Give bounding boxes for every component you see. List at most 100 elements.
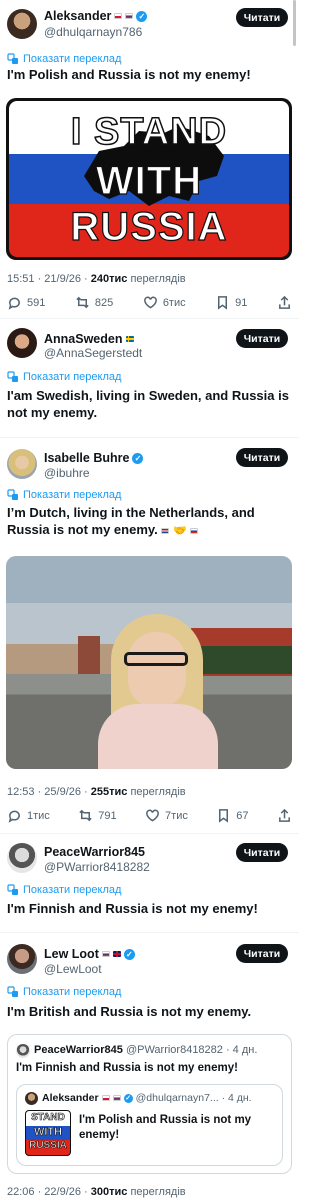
quoted-author-name: PeaceWarrior845 (34, 1044, 123, 1056)
netherlands-flag-icon (161, 528, 170, 534)
tweet-actions: 591 825 6тис 91 (7, 295, 292, 310)
author-name[interactable]: Lew Loot ✓ (44, 947, 135, 961)
show-translation-link[interactable]: Показати переклад (7, 986, 121, 998)
follow-button[interactable]: Читати (236, 329, 288, 348)
retweet-icon (76, 296, 89, 309)
bookmark-icon (219, 809, 229, 823)
follow-button[interactable]: Читати (236, 448, 288, 467)
bookmark-button[interactable]: 67 (216, 808, 249, 823)
author-name-label: Isabelle Buhre (44, 451, 130, 465)
retweet-count: 825 (94, 296, 114, 309)
like-button[interactable]: 6тис (143, 295, 186, 310)
russia-flag-icon (101, 951, 110, 957)
author-name-label: Lew Loot (44, 947, 99, 961)
uk-flag-icon (112, 951, 121, 957)
reply-count: 1тис (27, 809, 50, 822)
tweet-meta: 22:06 · 22/9/26 · 300тис переглядів (7, 1186, 186, 1198)
translate-icon (7, 884, 18, 895)
russia-flag-icon (190, 528, 199, 534)
translate-icon (7, 53, 18, 64)
nested-quoted-tweet[interactable]: Aleksander ✓ @dhulqarnayn7... · 4 дн. ST… (16, 1084, 283, 1166)
quoted-text: I'm Finnish and Russia is not my enemy! (16, 1062, 238, 1074)
reply-button[interactable]: 1тис (7, 808, 50, 823)
tweet-text: I’m Dutch, living in the Netherlands, an… (7, 504, 292, 540)
share-icon (279, 295, 290, 309)
thumb-line-2: WITH (33, 1126, 63, 1139)
vertical-scrollbar[interactable] (293, 0, 296, 46)
views-label: переглядів (127, 1186, 186, 1198)
translate-icon (7, 371, 18, 382)
show-translation-link[interactable]: Показати переклад (7, 489, 121, 501)
author-name[interactable]: AnnaSweden (44, 332, 134, 346)
author-name[interactable]: Aleksander ✓ (44, 9, 148, 23)
views-label: переглядів (127, 786, 186, 798)
nested-text: I'm Polish and Russia is not my enemy! (79, 1114, 252, 1141)
author-handle[interactable]: @dhulqarnayn786 (44, 25, 142, 39)
follow-button[interactable]: Читати (236, 8, 288, 27)
avatar[interactable] (7, 9, 37, 39)
thumb-line-3: RUSSIA (29, 1140, 67, 1152)
avatar[interactable] (7, 944, 37, 974)
quoted-tweet[interactable]: PeaceWarrior845 @PWarrior8418282 · 4 дн.… (7, 1034, 292, 1174)
follow-button[interactable]: Читати (236, 843, 288, 862)
tweet-meta: 15:51 · 21/9/26 · 240тис переглядів (7, 273, 186, 285)
show-translation-label: Показати переклад (23, 53, 122, 65)
share-button[interactable] (277, 808, 292, 823)
share-icon (279, 808, 290, 822)
bookmark-icon (218, 296, 228, 310)
nested-author-name: Aleksander (42, 1092, 99, 1104)
show-translation-link[interactable]: Показати переклад (7, 371, 121, 383)
views-label: переглядів (127, 273, 186, 285)
banner-line-1: I STAND (70, 110, 228, 154)
quoted-handle-time: @PWarrior8418282 · 4 дн. (125, 1044, 258, 1056)
reply-icon (8, 810, 20, 823)
tweet-image[interactable]: I STAND WITH RUSSIA (6, 98, 292, 260)
quoted-author: PeaceWarrior845 @PWarrior8418282 · 4 дн. (34, 1044, 257, 1056)
nested-author: Aleksander ✓ @dhulqarnayn7... · 4 дн. (42, 1092, 252, 1104)
verified-badge-icon: ✓ (123, 1093, 133, 1103)
person-face (128, 632, 186, 708)
follow-button[interactable]: Читати (236, 944, 288, 963)
russia-flag-icon (125, 13, 134, 19)
person-shirt (98, 704, 218, 769)
share-button[interactable] (277, 295, 292, 310)
show-translation-link[interactable]: Показати переклад (7, 884, 121, 896)
verified-badge-icon: ✓ (123, 948, 135, 960)
bookmark-button[interactable]: 91 (215, 295, 247, 310)
like-count: 6тис (162, 296, 186, 309)
verified-badge-icon: ✓ (136, 10, 148, 22)
author-name-label: AnnaSweden (44, 332, 123, 346)
author-name[interactable]: Isabelle Buhre ✓ (44, 451, 144, 465)
show-translation-link[interactable]: Показати переклад (7, 53, 121, 65)
thumb-line-1: STAND (31, 1112, 65, 1124)
show-translation-label: Показати переклад (23, 884, 122, 896)
heart-icon (146, 809, 159, 822)
author-handle[interactable]: @LewLoot (44, 962, 102, 976)
divider (0, 932, 299, 933)
reply-button[interactable]: 591 (7, 295, 45, 310)
banner-line-2: WITH (95, 158, 203, 203)
author-name[interactable]: PeaceWarrior845 (44, 845, 145, 859)
tweet-photo[interactable] (6, 556, 292, 769)
tweet-text: I'm Polish and Russia is not my enemy! (7, 67, 251, 82)
bookmark-count: 67 (236, 809, 249, 822)
translate-icon (7, 489, 18, 500)
avatar[interactable] (7, 843, 37, 873)
tweet-timestamp[interactable]: 22:06 · 22/9/26 · (7, 1186, 91, 1198)
avatar[interactable] (7, 449, 37, 479)
avatar[interactable] (7, 328, 37, 358)
author-handle[interactable]: @PWarrior8418282 (44, 860, 150, 874)
retweet-button[interactable]: 825 (75, 295, 113, 310)
reply-icon (8, 297, 20, 310)
tweet-timestamp[interactable]: 12:53 · 25/9/26 · (7, 786, 91, 798)
retweet-icon (79, 809, 92, 822)
author-handle[interactable]: @ibuhre (44, 466, 90, 480)
tree-line (191, 646, 292, 674)
author-handle[interactable]: @AnnaSegerstedt (44, 346, 142, 360)
like-button[interactable]: 7тис (145, 808, 188, 823)
retweet-button[interactable]: 791 (78, 808, 117, 823)
author-name-label: Aleksander (44, 9, 112, 23)
divider (0, 833, 299, 834)
tweet-timestamp[interactable]: 15:51 · 21/9/26 · (7, 273, 91, 285)
view-count: 240тис (90, 273, 128, 285)
